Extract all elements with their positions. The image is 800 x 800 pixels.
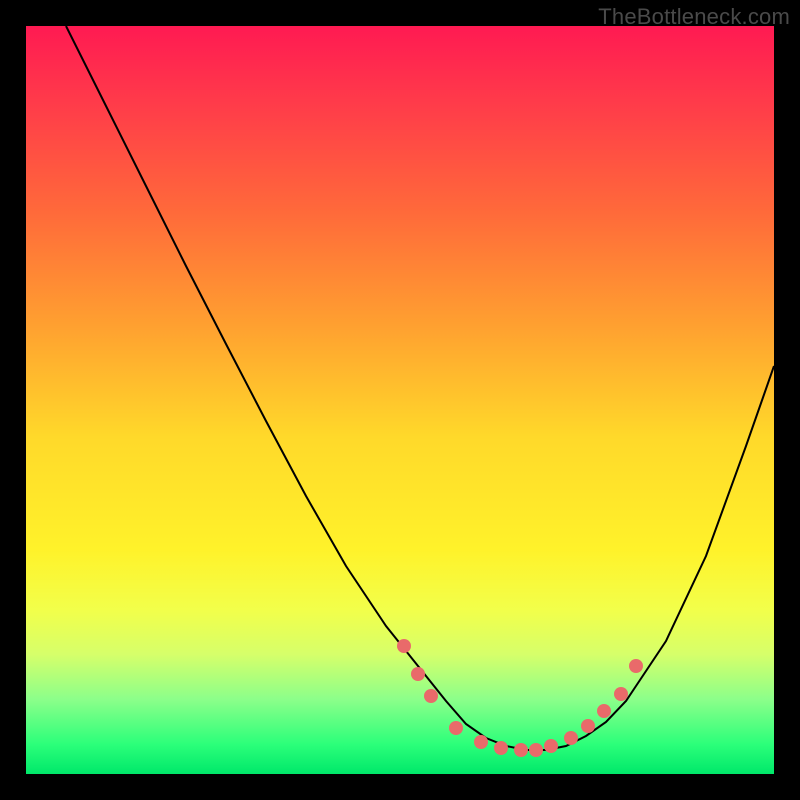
sample-dot [529,743,543,757]
sample-dot [494,741,508,755]
bottleneck-plot [26,26,774,774]
bottleneck-curve [66,26,774,750]
sample-dot [449,721,463,735]
sample-dot [474,735,488,749]
sample-dot [544,739,558,753]
sample-dot [629,659,643,673]
chart-frame [26,26,774,774]
sample-dot [581,719,595,733]
sample-dot [597,704,611,718]
sample-dots-group [397,639,643,757]
sample-dot [411,667,425,681]
sample-dot [614,687,628,701]
sample-dot [514,743,528,757]
sample-dot [564,731,578,745]
sample-dot [397,639,411,653]
watermark-text: TheBottleneck.com [598,4,790,30]
sample-dot [424,689,438,703]
